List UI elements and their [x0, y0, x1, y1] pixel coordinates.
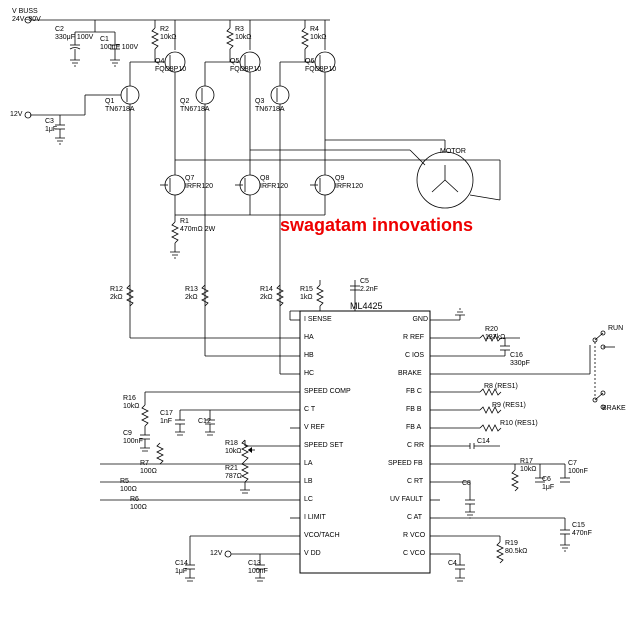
- pin-cvco: C VCO: [403, 550, 425, 557]
- c14-label: C14: [477, 438, 490, 446]
- r8-label: R8 (RES1): [484, 383, 518, 391]
- c4-label: C4: [448, 560, 457, 568]
- r7-label: R7100Ω: [140, 460, 157, 475]
- c5-label: C52.2nF: [360, 278, 378, 293]
- r12-label: R122kΩ: [110, 286, 123, 301]
- r4-label: R410kΩ: [310, 26, 327, 41]
- pin-uvfault: UV FAULT: [390, 496, 423, 503]
- r17-label: R1710kΩ: [520, 458, 537, 473]
- pin-cat: C AT: [407, 514, 422, 521]
- v12-label: 12V: [10, 111, 22, 119]
- pin-speedfb: SPEED FB: [388, 460, 423, 467]
- r19-label: R1980.5kΩ: [505, 540, 527, 555]
- q3-label: Q3TN6718A: [255, 98, 285, 113]
- pin-isense: I SENSE: [304, 316, 332, 323]
- r6-label: R6100Ω: [130, 496, 147, 511]
- pin-vref: V REF: [304, 424, 325, 431]
- run-label: RUN: [608, 325, 623, 333]
- pin-brake: BRAKE: [398, 370, 422, 377]
- pin-ct: C T: [304, 406, 315, 413]
- c8-label: C8: [462, 480, 471, 488]
- motor-label: MOTOR: [440, 148, 466, 156]
- pin-fbc: FB C: [406, 388, 422, 395]
- r9-label: R9 (RES1): [492, 402, 526, 410]
- r13-label: R132kΩ: [185, 286, 198, 301]
- pin-gnd: GND: [408, 316, 428, 323]
- pin-crt: C RT: [407, 478, 423, 485]
- q1-label: Q1TN6718A: [105, 98, 135, 113]
- r15-label: R151kΩ: [300, 286, 313, 301]
- pin-ha: HA: [304, 334, 314, 341]
- c13-label: C13100nF: [248, 560, 268, 575]
- c15-label: C15470nF: [572, 522, 592, 537]
- c9-label: C9100nF: [123, 430, 143, 445]
- pin-fba: FB A: [406, 424, 421, 431]
- c6-label: C61μF: [542, 476, 554, 491]
- pin-ilimit: I LIMIT: [304, 514, 326, 521]
- r14-label: R142kΩ: [260, 286, 273, 301]
- c1-label: C1100nF 100V: [100, 36, 138, 51]
- r18-label: R1810kΩ: [225, 440, 242, 455]
- pin-lc: LC: [304, 496, 313, 503]
- vbuss-label: V BUSS24V–80V: [12, 8, 41, 23]
- r21-label: R21787Ω: [225, 465, 242, 480]
- c12-label: C12: [198, 418, 211, 426]
- c16-label: C16330pF: [510, 352, 530, 367]
- c14b-label: C141μF: [175, 560, 188, 575]
- pin-la: LA: [304, 460, 313, 467]
- pin-lb: LB: [304, 478, 313, 485]
- r10-label: R10 (RES1): [500, 420, 538, 428]
- q5-label: Q5FQD8P10: [230, 58, 261, 73]
- q6-label: Q6FQD8P10: [305, 58, 336, 73]
- brake-label: BRAKE: [602, 405, 626, 413]
- pin-crr: C RR: [407, 442, 424, 449]
- c2-label: C2330μF 100V: [55, 26, 93, 41]
- pin-speed-comp: SPEED COMP: [304, 388, 351, 395]
- q4-label: Q4FQD8P10: [155, 58, 186, 73]
- r3-label: R310kΩ: [235, 26, 252, 41]
- watermark: swagatam innovations: [280, 215, 473, 236]
- pin-hb: HB: [304, 352, 314, 359]
- q8-label: Q8IRFR120: [260, 175, 288, 190]
- q2-label: Q2TN6718A: [180, 98, 210, 113]
- pin-hc: HC: [304, 370, 314, 377]
- r20-label: R20137kΩ: [485, 326, 505, 341]
- c3-label: C31μF: [45, 118, 57, 133]
- pin-cios: C IOS: [405, 352, 424, 359]
- pin-vcotach: VCO/TACH: [304, 532, 340, 539]
- v12-lower-label: 12V: [210, 550, 222, 558]
- pin-speed-set: SPEED SET: [304, 442, 343, 449]
- r5-label: R5100Ω: [120, 478, 137, 493]
- pin-rvco: R VCO: [403, 532, 425, 539]
- r1-label: R1470mΩ 2W: [180, 218, 215, 233]
- ic-name: ML4425: [350, 302, 383, 312]
- q9-label: Q9IRFR120: [335, 175, 363, 190]
- pin-fbb: FB B: [406, 406, 422, 413]
- r2-label: R210kΩ: [160, 26, 177, 41]
- c7-label: C7100nF: [568, 460, 588, 475]
- schematic-root: swagatam innovations V BUSS24V–80V 12V 1…: [0, 0, 640, 633]
- pin-rref: R REF: [403, 334, 424, 341]
- pin-vdd: V DD: [304, 550, 321, 557]
- r16-label: R1610kΩ: [123, 395, 140, 410]
- c17-label: C171nF: [160, 410, 173, 425]
- q7-label: Q7IRFR120: [185, 175, 213, 190]
